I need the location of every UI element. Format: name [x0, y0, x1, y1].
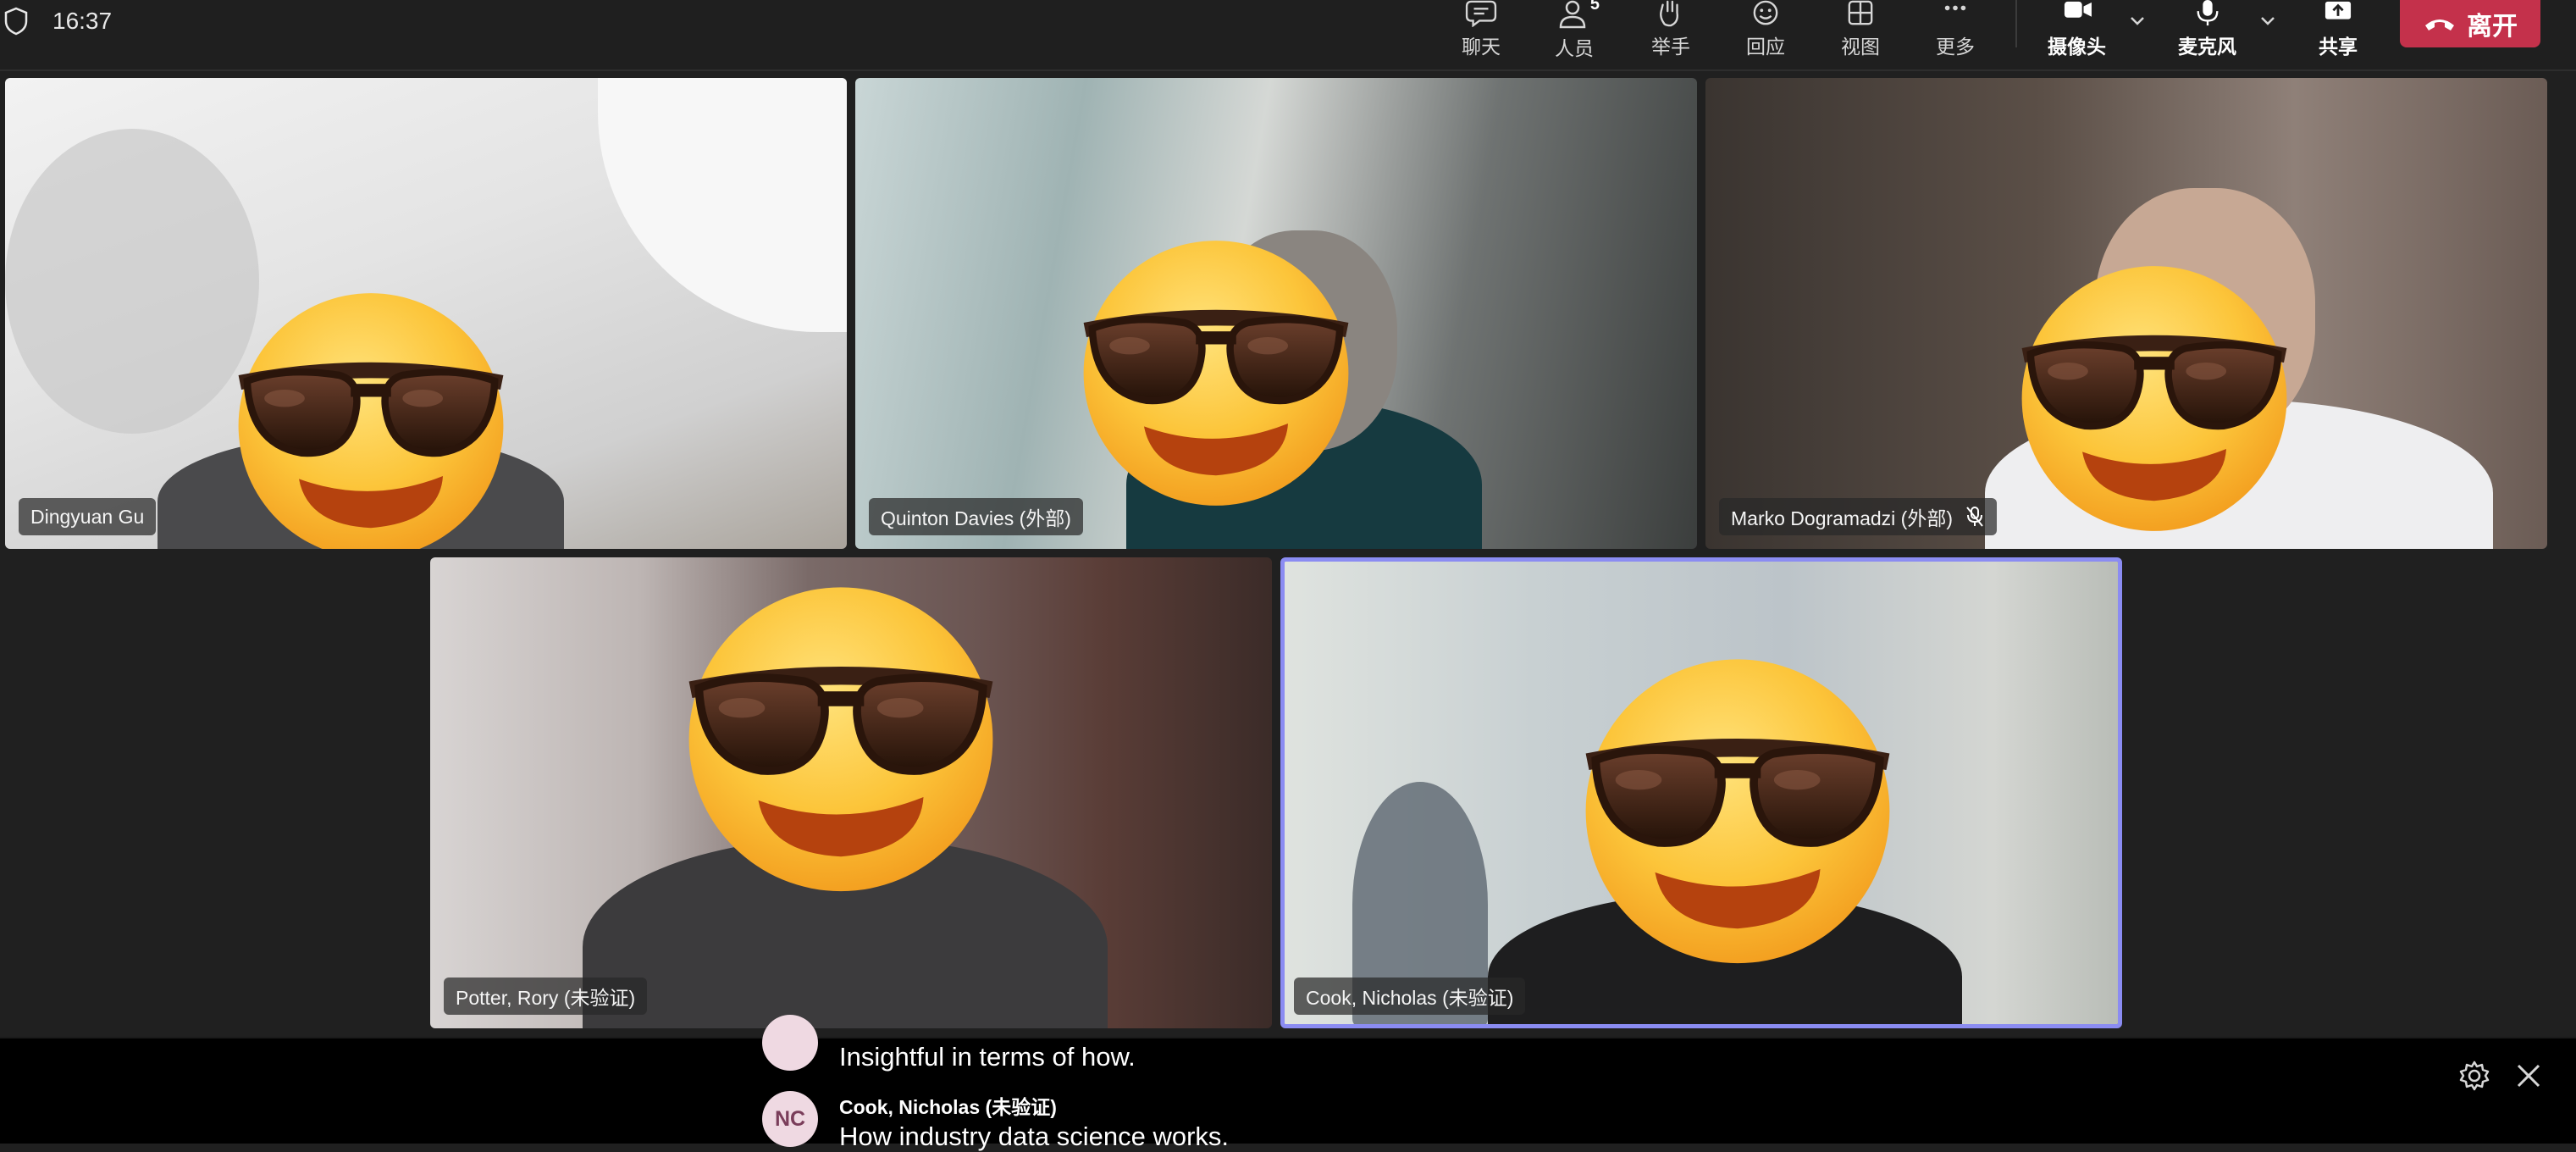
- caption-speaker-name: Cook, Nicholas (未验证): [839, 1096, 1057, 1118]
- chat-icon: [1465, 0, 1497, 27]
- caption-speaker-avatar: NC: [762, 1091, 818, 1147]
- close-captions-icon[interactable]: [2512, 1059, 2546, 1093]
- hand-icon: [1660, 0, 1678, 27]
- smiley-icon: [1753, 0, 1778, 25]
- cool-emoji-face-icon: [1573, 638, 1903, 968]
- cool-emoji-face-icon: [2010, 247, 2298, 535]
- video-tile-dingyuan-gu[interactable]: Dingyuan Gu: [5, 78, 847, 549]
- caption-speaker-avatar: [762, 1015, 818, 1071]
- participant-name-tag: Marko Dogramadzi (外部): [1719, 498, 1997, 535]
- toolbar-divider: [2015, 0, 2017, 47]
- participant-name-tag: Dingyuan Gu: [19, 498, 157, 535]
- cool-emoji-face-icon: [676, 566, 1006, 896]
- camera-options-chevron-icon[interactable]: [2127, 10, 2148, 30]
- chat-button[interactable]: 聊天: [1462, 0, 1501, 59]
- more-button[interactable]: 更多: [1936, 0, 1975, 59]
- mic-options-chevron-icon[interactable]: [2258, 10, 2278, 30]
- camera-icon: [2064, 1, 2092, 18]
- people-button[interactable]: 5 人员: [1555, 0, 1600, 59]
- raise-hand-button[interactable]: 举手: [1651, 0, 1690, 59]
- caption-text: How industry data science works.: [839, 1122, 1230, 1151]
- cool-emoji-face-icon: [1072, 222, 1360, 510]
- meeting-timer: 16:37: [53, 8, 113, 34]
- mic-muted-icon: [1966, 507, 1983, 527]
- participant-name-tag: Potter, Rory (未验证): [444, 978, 648, 1015]
- participant-name-tag: Quinton Davies (外部): [869, 498, 1083, 535]
- microphone-icon: [2197, 0, 2218, 26]
- share-upload-icon: [2324, 1, 2352, 19]
- people-count-badge: 5: [1589, 0, 1600, 14]
- live-captions-panel: Insightful in terms of how. NC Cook, Nic…: [0, 1015, 2576, 1151]
- shield-icon: [4, 7, 28, 36]
- hang-up-phone-icon: [2425, 19, 2454, 30]
- camera-button[interactable]: 摄像头: [2048, 0, 2106, 59]
- people-icon: [1559, 0, 1586, 29]
- video-tile-quinton-davies[interactable]: Quinton Davies (外部): [855, 78, 1697, 549]
- participant-name-tag: Cook, Nicholas (未验证): [1294, 978, 1526, 1015]
- caption-text: Insightful in terms of how.: [839, 1042, 1136, 1072]
- view-button[interactable]: 视图: [1841, 0, 1880, 59]
- video-tile-marko-dogramadzi[interactable]: Marko Dogramadzi (外部): [1705, 78, 2547, 549]
- share-button[interactable]: 共享: [2319, 0, 2358, 59]
- react-button[interactable]: 回应: [1746, 0, 1785, 59]
- caption-settings-gear-icon[interactable]: [2457, 1059, 2491, 1093]
- grid-view-icon: [1848, 0, 1873, 25]
- meeting-toolbar: 16:37 聊天 5 人员 举手 回应 视图 更多 摄像头 麦克风 共享 离开: [0, 0, 2576, 71]
- video-tile-potter-rory[interactable]: Potter, Rory (未验证): [430, 557, 1272, 1028]
- cool-emoji-face-icon: [227, 274, 515, 549]
- more-dots-icon: [1944, 5, 1966, 11]
- video-tile-cook-nicholas[interactable]: Cook, Nicholas (未验证): [1280, 557, 2122, 1028]
- mic-button[interactable]: 麦克风: [2178, 0, 2236, 59]
- leave-button[interactable]: 离开: [2400, 0, 2540, 47]
